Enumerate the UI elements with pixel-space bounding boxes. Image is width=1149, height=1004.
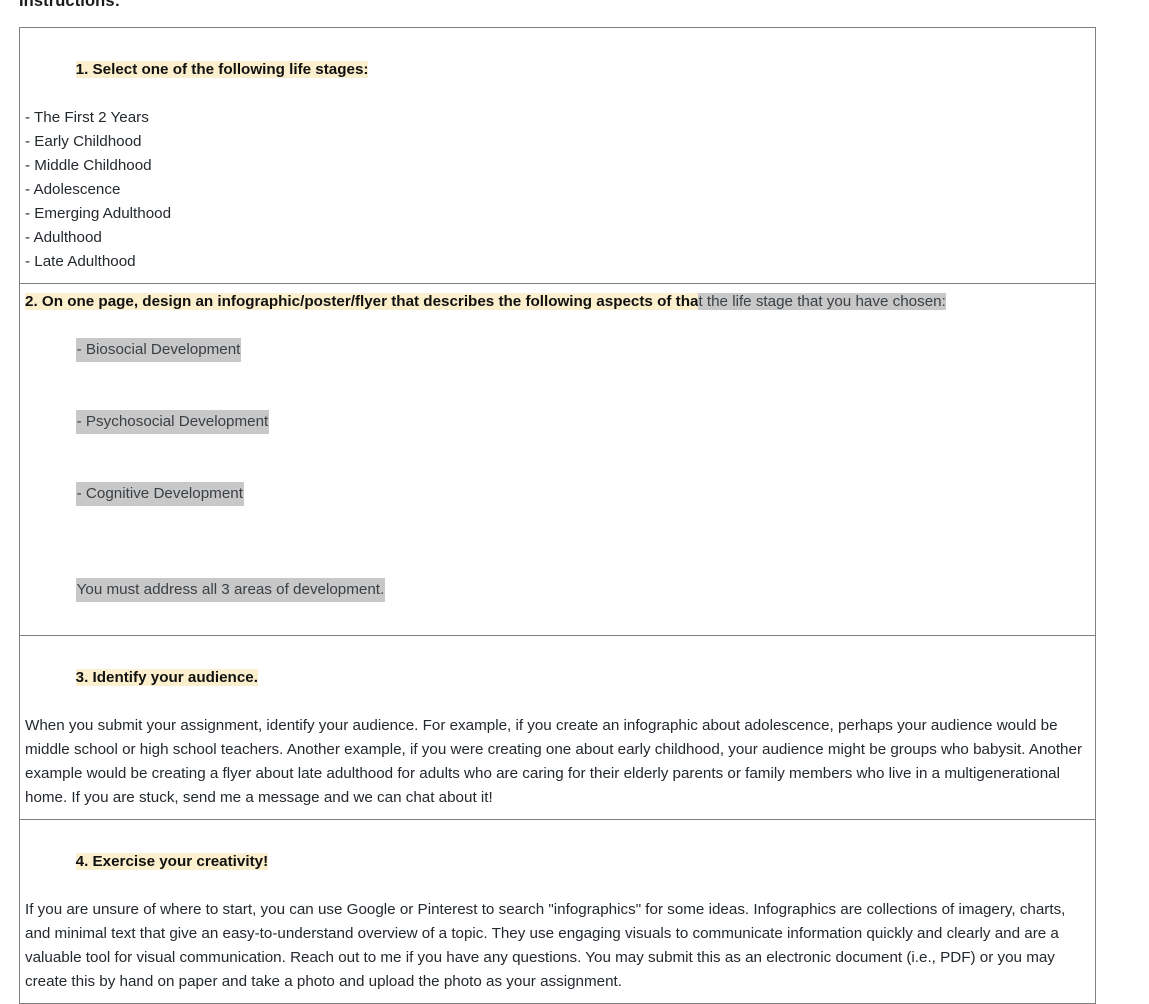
life-stage-item: - Emerging Adulthood <box>25 205 172 222</box>
section-2-note: You must address all 3 areas of developm… <box>75 578 386 602</box>
table-row: 4. Exercise your creativity! If you are … <box>19 819 1096 1004</box>
section-3-body: When you submit your assignment, identif… <box>25 717 1083 806</box>
section-2-heading-line: 2. On one page, design an infographic/po… <box>25 290 1090 314</box>
section-4-heading-line: 4. Exercise your creativity! <box>25 826 1090 898</box>
life-stage-item: - Adolescence <box>25 181 121 198</box>
development-area-item-line: - Biosocial Development <box>25 314 1090 386</box>
development-area-item: - Biosocial Development <box>75 338 242 362</box>
life-stage-item: - The First 2 Years <box>25 109 149 126</box>
section-3-heading: 3. Identify your audience. <box>75 669 258 686</box>
blank-spacer-line <box>25 530 1090 554</box>
instructions-cell-creativity: 4. Exercise your creativity! If you are … <box>19 819 1096 1004</box>
section-1-heading-line: 1. Select one of the following life stag… <box>25 34 1090 106</box>
table-row: 3. Identify your audience. When you subm… <box>19 635 1096 820</box>
section-2-heading-unselected: 2. On one page, design an infographic/po… <box>25 293 699 310</box>
life-stage-item: - Middle Childhood <box>25 157 152 174</box>
life-stage-item: - Early Childhood <box>25 133 142 150</box>
page-title: Instructions: <box>19 0 121 10</box>
instructions-table: 1. Select one of the following life stag… <box>19 27 1096 1004</box>
life-stage-item: - Late Adulthood <box>25 253 136 270</box>
development-area-item-line: - Psychosocial Development <box>25 386 1090 458</box>
section-4-body: If you are unsure of where to start, you… <box>25 901 1066 990</box>
table-row: 2. On one page, design an infographic/po… <box>19 283 1096 636</box>
section-1-heading: 1. Select one of the following life stag… <box>75 61 369 78</box>
table-row: 1. Select one of the following life stag… <box>19 27 1096 284</box>
instructions-cell-life-stages: 1. Select one of the following life stag… <box>19 27 1096 284</box>
development-area-item: - Psychosocial Development <box>75 410 270 434</box>
section-2-note-line: You must address all 3 areas of developm… <box>25 554 1090 626</box>
development-area-item: - Cognitive Development <box>75 482 244 506</box>
document-page: Instructions: 1. Select one of the follo… <box>0 0 1149 1004</box>
life-stage-item: - Adulthood <box>25 229 102 246</box>
section-4-heading: 4. Exercise your creativity! <box>75 853 269 870</box>
section-3-heading-line: 3. Identify your audience. <box>25 642 1090 714</box>
instructions-cell-audience: 3. Identify your audience. When you subm… <box>19 635 1096 820</box>
instructions-cell-development-areas: 2. On one page, design an infographic/po… <box>19 283 1096 636</box>
development-area-item-line: - Cognitive Development <box>25 458 1090 530</box>
section-2-heading-selected: t the life stage that you have chosen: <box>698 293 946 310</box>
